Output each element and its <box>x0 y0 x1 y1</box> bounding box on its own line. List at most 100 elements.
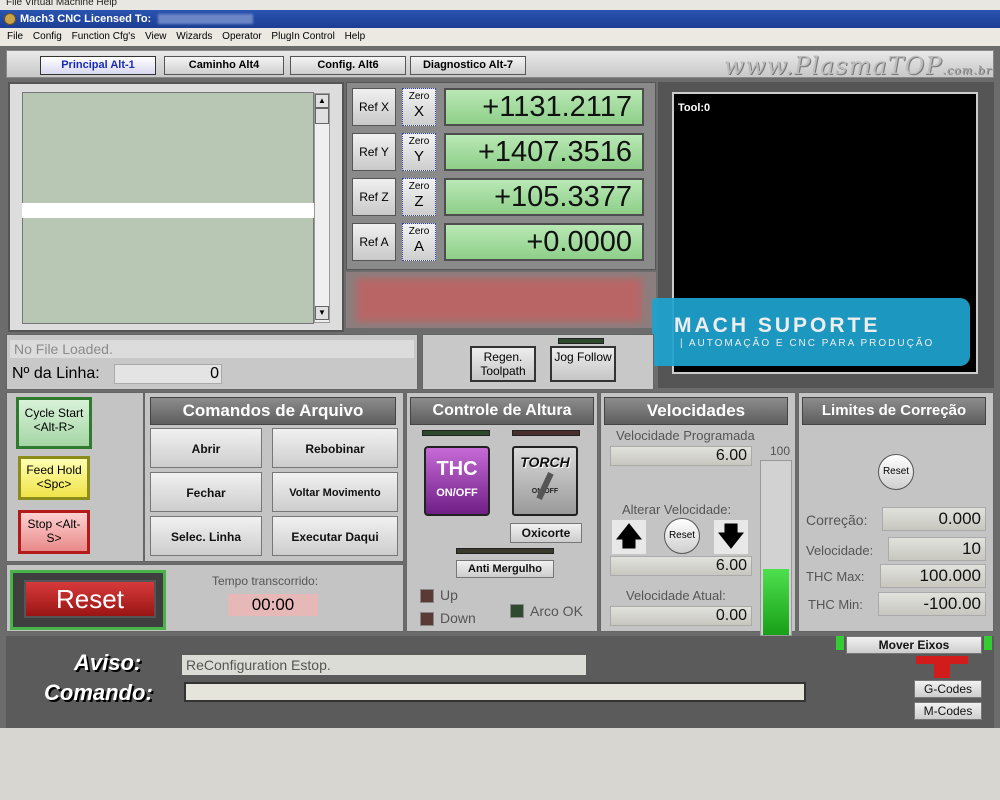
window-title-bar: Mach3 CNC Licensed To: <box>0 10 1000 28</box>
window-title: Mach3 CNC Licensed To: <box>20 13 152 25</box>
top-menu-strip: File Virtual Machine Help <box>0 0 1000 10</box>
zero-a-button[interactable]: Zero A <box>402 223 436 261</box>
velocity-reset-button[interactable]: Reset <box>664 518 700 554</box>
velocity-override-slider[interactable] <box>760 460 792 636</box>
zero-y-button[interactable]: Zero Y <box>402 133 436 171</box>
g-codes-button[interactable]: G-Codes <box>914 680 982 698</box>
dro-a[interactable]: +0.0000 <box>444 223 644 261</box>
jog-follow-button[interactable]: Jog Follow <box>550 346 616 382</box>
aviso-label: Aviso: <box>74 650 142 675</box>
torch-label: TORCH <box>520 454 570 470</box>
thc-max-label: THC Max: <box>806 569 865 584</box>
arquivo-header: Comandos de Arquivo <box>150 397 396 425</box>
menu-function-cfgs[interactable]: Function Cfg's <box>72 31 136 42</box>
mover-eixos-button[interactable]: Mover Eixos <box>846 636 982 654</box>
dro-y[interactable]: +1407.3516 <box>444 133 644 171</box>
speed-max-label: 100 <box>770 444 791 458</box>
zero-z-button[interactable]: Zero Z <box>402 178 436 216</box>
voltar-movimento-button[interactable]: Voltar Movimento <box>272 472 398 512</box>
speed-down-arrow-icon[interactable]: 🡇 <box>714 520 748 554</box>
fechar-button[interactable]: Fechar <box>150 472 262 512</box>
ref-x-button[interactable]: Ref X <box>352 88 396 126</box>
velocidade-limite-value[interactable]: 10 <box>888 537 986 561</box>
menu-plugin-control[interactable]: PlugIn Control <box>271 31 334 42</box>
mach-suporte-watermark: MACH SUPORTE | AUTOMAÇÃO E CNC PARA PROD… <box>652 298 970 366</box>
m-codes-button[interactable]: M-Codes <box>914 702 982 720</box>
toolpath-buttons-panel <box>422 334 654 390</box>
abrir-button[interactable]: Abrir <box>150 428 262 468</box>
plasmatop-logo: www.PlasmaTOP.com.br <box>700 52 992 80</box>
dro-z[interactable]: +105.3377 <box>444 178 644 216</box>
oxicorte-button[interactable]: Oxicorte <box>510 523 582 543</box>
gcode-current-line <box>22 203 314 218</box>
torch-onoff-button[interactable]: TORCH ON/OFF <box>512 446 578 516</box>
menu-bar: File Config Function Cfg's View Wizards … <box>0 28 1000 46</box>
scroll-up-arrow-icon[interactable]: ▲ <box>315 94 329 108</box>
blurred-banner-fill <box>356 278 642 322</box>
stop-button[interactable]: Stop <Alt-S> <box>18 510 90 554</box>
executar-daqui-button[interactable]: Executar Daqui <box>272 516 398 556</box>
arco-ok-led <box>510 604 524 618</box>
licensee-name-redacted <box>158 14 254 25</box>
velocity-override-value[interactable]: 6.00 <box>610 556 752 576</box>
line-number-field[interactable]: 0 <box>114 364 222 384</box>
zero-a-top: Zero <box>408 226 430 237</box>
correcao-value[interactable]: 0.000 <box>882 507 986 531</box>
menu-file[interactable]: File <box>7 31 23 42</box>
thc-max-value[interactable]: 100.000 <box>880 564 986 588</box>
zero-x-button[interactable]: Zero X <box>402 88 436 126</box>
tab-caminho[interactable]: Caminho Alt4 <box>164 56 284 75</box>
cycle-start-button[interactable]: Cycle Start <Alt-R> <box>16 397 92 449</box>
dro-x[interactable]: +1131.2117 <box>444 88 644 126</box>
thc-led <box>422 430 490 436</box>
elapsed-time-value: 00:00 <box>228 594 318 616</box>
down-led <box>420 612 434 626</box>
ref-y-button[interactable]: Ref Y <box>352 133 396 171</box>
gcode-scrollbar[interactable] <box>314 93 330 323</box>
mover-eixos-led-left <box>836 636 844 650</box>
velocidade-programada-value: 6.00 <box>610 446 752 466</box>
tab-principal[interactable]: Principal Alt-1 <box>40 56 156 75</box>
aviso-message: ReConfiguration Estop. <box>182 655 586 675</box>
altura-header: Controle de Altura <box>410 397 594 425</box>
anti-mergulho-button[interactable]: Anti Mergulho <box>456 560 554 578</box>
feed-hold-button[interactable]: Feed Hold <Spc> <box>18 456 90 500</box>
down-label: Down <box>440 610 476 626</box>
zero-a-axis: A <box>413 238 424 255</box>
suporte-title: MACH SUPORTE <box>674 314 881 337</box>
menu-view[interactable]: View <box>145 31 167 42</box>
arco-ok-label: Arco OK <box>530 603 583 619</box>
menu-wizards[interactable]: Wizards <box>176 31 212 42</box>
velocidade-atual-label: Velocidade Atual: <box>626 588 726 603</box>
thc-label: THC <box>436 458 478 480</box>
menu-help[interactable]: Help <box>345 31 366 42</box>
ref-z-button[interactable]: Ref Z <box>352 178 396 216</box>
velocidade-programada-label: Velocidade Programada <box>616 428 755 443</box>
thc-onoff-button[interactable]: THC ON/OFF <box>424 446 490 516</box>
limites-header: Limites de Correção <box>802 397 986 425</box>
comando-input[interactable] <box>184 682 806 702</box>
scroll-thumb[interactable] <box>315 108 329 124</box>
menu-operator[interactable]: Operator <box>222 31 261 42</box>
rebobinar-button[interactable]: Rebobinar <box>272 428 398 468</box>
limites-reset-button[interactable]: Reset <box>878 454 914 490</box>
up-label: Up <box>440 587 458 603</box>
regen-toolpath-button[interactable]: Regen. Toolpath <box>470 346 536 382</box>
suporte-subtitle: | AUTOMAÇÃO E CNC PARA PRODUÇÃO <box>680 338 935 349</box>
speed-up-arrow-icon[interactable]: 🡅 <box>612 520 646 554</box>
tab-config[interactable]: Config. Alt6 <box>290 56 406 75</box>
thc-min-label: THC Min: <box>808 597 863 612</box>
velocidades-header: Velocidades <box>604 397 788 425</box>
torch-led <box>512 430 580 436</box>
zero-x-top: Zero <box>408 91 430 102</box>
reset-button[interactable]: Reset <box>24 580 156 618</box>
line-number-label: Nº da Linha: <box>12 365 100 382</box>
zero-z-axis: Z <box>414 193 424 210</box>
ref-a-button[interactable]: Ref A <box>352 223 396 261</box>
scroll-down-arrow-icon[interactable]: ▼ <box>315 306 329 320</box>
correcao-label: Correção: <box>806 512 868 528</box>
menu-config[interactable]: Config <box>33 31 62 42</box>
tab-diagnostico[interactable]: Diagnostico Alt-7 <box>410 56 526 75</box>
selec-linha-button[interactable]: Selec. Linha <box>150 516 262 556</box>
thc-min-value[interactable]: -100.00 <box>878 592 986 616</box>
